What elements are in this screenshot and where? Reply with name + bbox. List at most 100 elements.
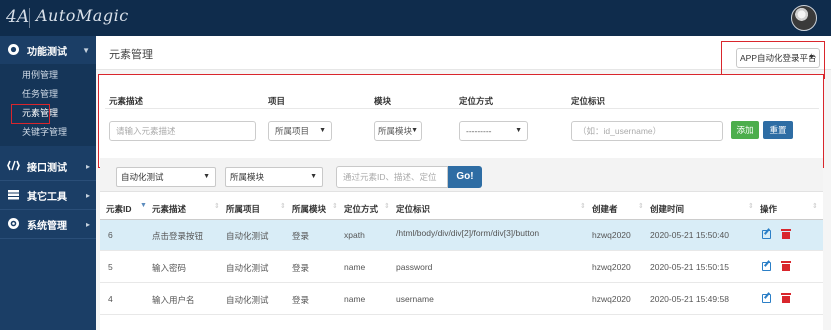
page-title: 元素管理: [109, 49, 153, 61]
caret-down-icon: ▼: [411, 127, 418, 134]
desc-input[interactable]: 请输入元素描述: [109, 121, 256, 141]
caret-down-icon: ▼: [808, 54, 815, 61]
table-search-input[interactable]: 通过元素ID、描述、定位: [336, 166, 448, 188]
sort-icon[interactable]: ⇕: [280, 202, 286, 210]
column-header-method[interactable]: 定位方式: [344, 203, 378, 215]
logo-divider: [29, 8, 30, 28]
app-name: AutoMagic: [36, 6, 129, 25]
sidebar-item-elements[interactable]: 元素管理: [0, 104, 96, 124]
settings-icon: [6, 217, 20, 231]
cell-created: 2020-05-21 15:50:15: [650, 262, 729, 272]
cell-project: 自动化测试: [226, 263, 269, 273]
sidebar-group-tools[interactable]: 其它工具 ▸: [0, 181, 96, 209]
logo-icon: 4A: [6, 7, 30, 27]
reset-button[interactable]: 重置: [763, 121, 793, 139]
column-header-actions: 操作: [760, 204, 778, 214]
trash-icon[interactable]: [781, 293, 791, 303]
edit-icon[interactable]: [762, 262, 771, 271]
cell-locator: username: [396, 294, 434, 304]
column-header-locator[interactable]: 定位标识: [396, 203, 430, 215]
sort-icon[interactable]: ⇕: [580, 202, 586, 210]
sort-icon[interactable]: ⇕: [214, 202, 220, 210]
edit-icon[interactable]: [762, 230, 771, 239]
sidebar-group-functional-test[interactable]: 功能测试 ▼: [0, 36, 96, 64]
chevron-right-icon: ▸: [85, 190, 90, 200]
method-select-value: ---------: [466, 126, 492, 136]
column-header-created[interactable]: 创建时间: [650, 203, 684, 215]
column-header-project[interactable]: 所属项目: [226, 203, 260, 215]
dashboard-icon: [6, 43, 20, 57]
cell-desc: 输入用户名: [152, 295, 195, 305]
table-row[interactable]: 4 输入用户名 自动化测试 登录 name username hzwq2020 …: [100, 284, 823, 315]
sidebar-group-api-test[interactable]: 接口测试 ▸: [0, 152, 96, 180]
divider: [0, 238, 96, 239]
caret-down-icon: ▼: [515, 127, 522, 134]
filter-project-select[interactable]: 自动化测试 ▼: [116, 167, 216, 187]
chevron-down-icon: ▼: [82, 45, 90, 55]
sidebar-item-cases[interactable]: 用例管理: [0, 66, 96, 85]
label-project: 项目: [268, 96, 286, 106]
cell-module: 登录: [292, 263, 310, 273]
cell-desc: 输入密码: [152, 263, 187, 273]
column-header-desc[interactable]: 元素描述: [152, 203, 186, 215]
module-select[interactable]: 所属模块 ▼: [374, 121, 422, 141]
caret-down-icon: ▼: [319, 127, 326, 134]
go-button[interactable]: Go!: [448, 166, 482, 188]
api-icon: [6, 159, 20, 173]
trash-icon[interactable]: [781, 261, 791, 271]
cell-desc: 点击登录按钮: [152, 231, 204, 241]
table-row[interactable]: 5 输入密码 自动化测试 登录 name password hzwq2020 2…: [100, 252, 823, 283]
caret-down-icon: ▼: [203, 173, 210, 180]
locator-input[interactable]: （如：id_username）: [571, 121, 723, 141]
sidebar-group-label: 接口测试: [27, 162, 67, 174]
cell-id: 5: [108, 262, 113, 272]
column-header-id[interactable]: 元素ID: [106, 203, 132, 215]
chevron-right-icon: ▸: [85, 161, 90, 171]
sidebar-item-keywords[interactable]: 关键字管理: [0, 123, 96, 142]
sidebar-item-tasks[interactable]: 任务管理: [0, 85, 96, 104]
sort-desc-icon[interactable]: ▼: [140, 202, 147, 209]
edit-icon[interactable]: [762, 294, 771, 303]
sort-icon[interactable]: ⇕: [638, 202, 644, 210]
module-select-value: 所属模块: [378, 126, 413, 136]
filter-project-value: 自动化测试: [121, 172, 164, 182]
cell-created: 2020-05-21 15:50:40: [650, 230, 729, 240]
search-panel: 元素描述 项目 模块 定位方式 定位标识 请输入元素描述 所属项目 ▼ 所属模块…: [98, 74, 824, 168]
cell-id: 6: [108, 230, 113, 240]
cell-project: 自动化测试: [226, 231, 269, 241]
sort-icon[interactable]: ⇕: [748, 202, 754, 210]
filter-module-value: 所属模块: [230, 172, 265, 182]
sidebar: 功能测试 ▼ 用例管理 任务管理 元素管理 关键字管理 接口测试 ▸ 其它工具 …: [0, 36, 96, 330]
project-select[interactable]: 所属项目 ▼: [268, 121, 332, 141]
cell-project: 自动化测试: [226, 295, 269, 305]
sort-icon[interactable]: ⇕: [812, 202, 818, 210]
filter-module-select[interactable]: 所属模块 ▼: [225, 167, 323, 187]
chevron-right-icon: ▸: [85, 219, 90, 229]
method-select[interactable]: --------- ▼: [459, 121, 528, 141]
cell-locator: /html/body/div/div[2]/form/div[3]/button: [396, 228, 540, 238]
add-button[interactable]: 添加: [731, 121, 759, 139]
tools-icon: [6, 188, 20, 202]
project-select-value: 所属项目: [275, 126, 310, 136]
column-header-creator[interactable]: 创建者: [592, 203, 618, 215]
main-content: 元素管理 APP自动化登录平台 ▼ 元素描述 项目 模块 定位方式 定位标识 请…: [96, 36, 831, 330]
top-bar: 4A AutoMagic: [0, 0, 831, 36]
trash-icon[interactable]: [781, 229, 791, 239]
platform-select[interactable]: APP自动化登录平台 ▼: [736, 48, 820, 68]
sidebar-group-system[interactable]: 系统管理 ▸: [0, 210, 96, 238]
user-avatar[interactable]: [791, 5, 817, 31]
label-module: 模块: [374, 96, 392, 106]
caret-down-icon: ▼: [310, 173, 317, 180]
sidebar-group-label: 功能测试: [27, 46, 67, 58]
sort-icon[interactable]: ⇕: [332, 202, 338, 210]
column-header-module[interactable]: 所属模块: [292, 203, 326, 215]
cell-method: name: [344, 294, 366, 304]
table-row[interactable]: 6 点击登录按钮 自动化测试 登录 xpath /html/body/div/d…: [100, 220, 823, 251]
cell-method: name: [344, 262, 366, 272]
platform-select-value: APP自动化登录平台: [740, 53, 817, 63]
cell-creator: hzwq2020: [592, 230, 631, 240]
label-locator: 定位标识: [571, 96, 606, 106]
sidebar-group-label: 其它工具: [27, 191, 67, 203]
sort-icon[interactable]: ⇕: [384, 202, 390, 210]
label-desc: 元素描述: [109, 96, 144, 106]
